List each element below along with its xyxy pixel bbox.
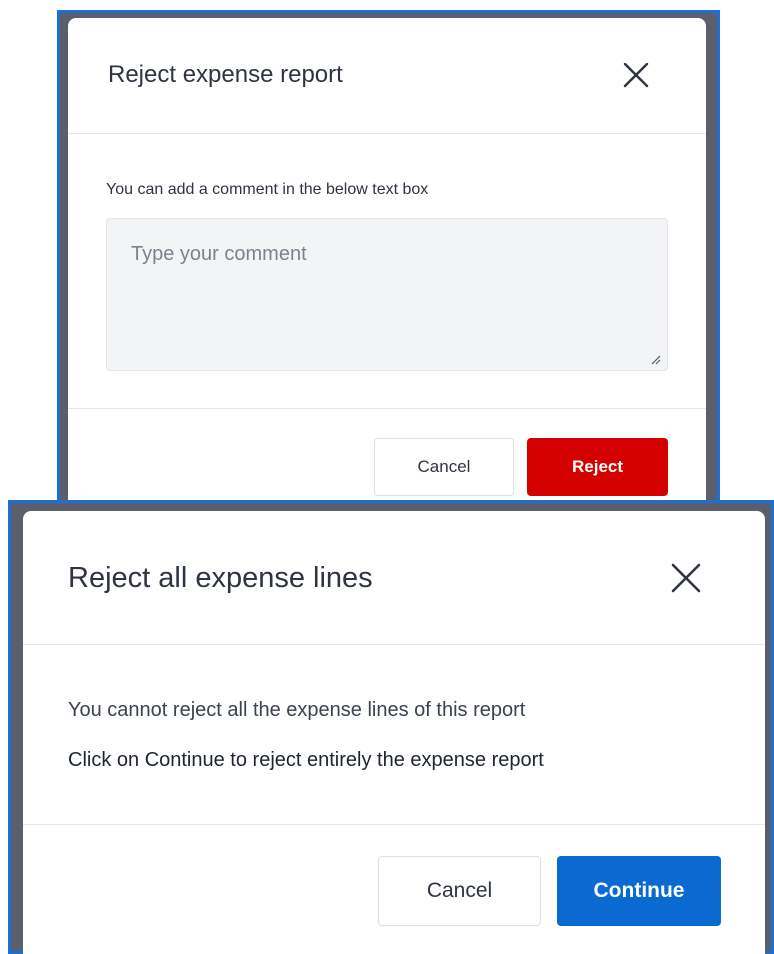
resize-handle-icon[interactable]: [649, 353, 661, 365]
dialog-title: Reject all expense lines: [68, 562, 373, 594]
cancel-button[interactable]: Cancel: [374, 438, 514, 496]
comment-hint: You can add a comment in the below text …: [106, 181, 429, 198]
reject-expense-report-dialog: Reject expense report You can add a comm…: [68, 18, 706, 508]
reject-button[interactable]: Reject: [527, 438, 668, 496]
comment-textarea[interactable]: [106, 218, 668, 371]
dialog-header: Reject all expense lines: [23, 511, 765, 645]
dialog-header: Reject expense report: [68, 18, 706, 134]
continue-button[interactable]: Continue: [557, 856, 721, 926]
instruction-message: Click on Continue to reject entirely the…: [68, 749, 544, 771]
dialog-title: Reject expense report: [108, 61, 343, 88]
reject-all-expense-lines-dialog: Reject all expense lines You cannot reje…: [23, 511, 765, 954]
cancel-button[interactable]: Cancel: [378, 856, 541, 926]
warning-message: You cannot reject all the expense lines …: [68, 699, 526, 721]
close-icon: [671, 563, 701, 593]
close-button[interactable]: [623, 62, 649, 88]
close-icon: [623, 62, 649, 88]
close-button[interactable]: [671, 563, 701, 593]
